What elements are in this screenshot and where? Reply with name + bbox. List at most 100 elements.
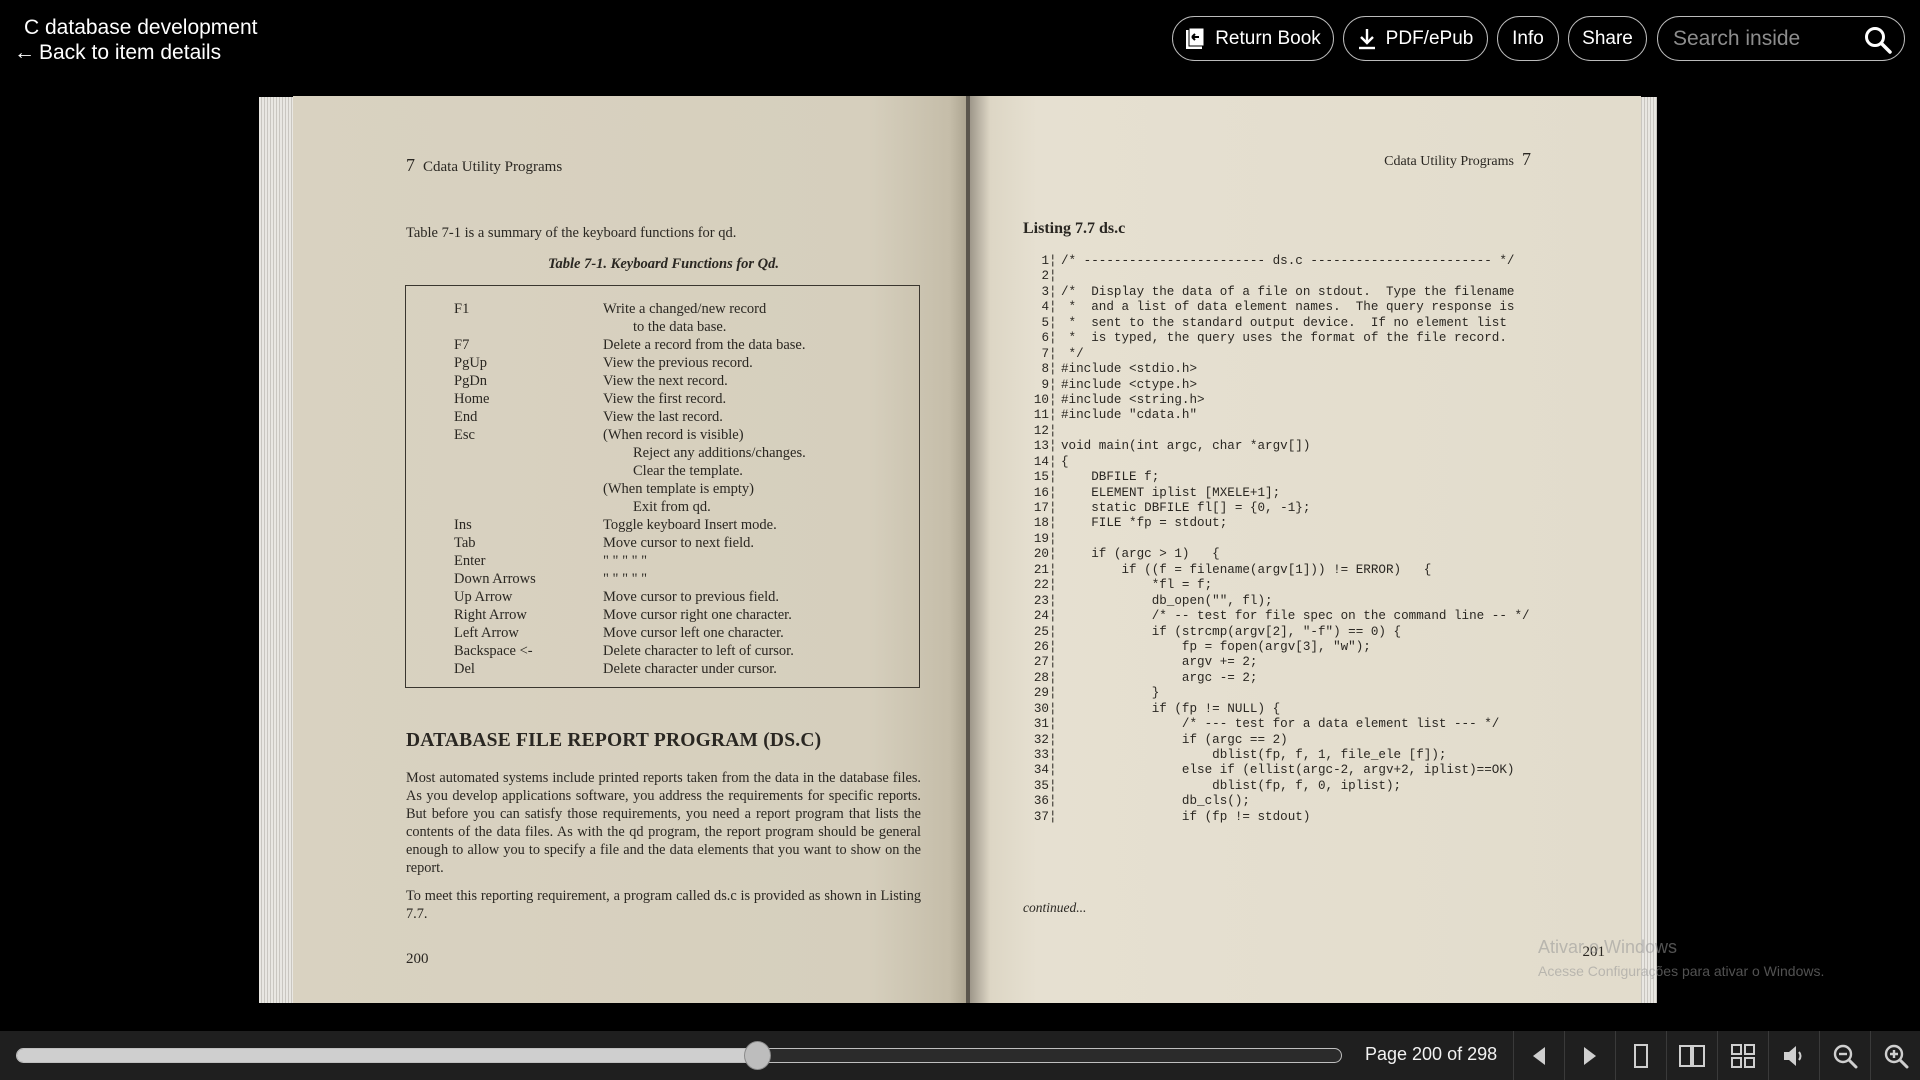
pdf-epub-button[interactable]: PDF/ePub [1343,16,1488,61]
search-icon[interactable] [1864,26,1892,54]
table-row: Tab Move cursor to next field. [406,534,919,552]
code-line: 2¦ [1023,269,1530,284]
code-line-number: 9 [1041,377,1049,392]
page-indicator: Page 200 of 298 [1365,1044,1498,1064]
return-book-icon [1186,27,1205,49]
table-row: Home View the first record. [406,390,919,408]
code-line-number: 12 [1033,423,1049,438]
code-line-text: static DBFILE fl[] = {0, -1}; [1061,501,1311,515]
right-page[interactable]: Cdata Utility Programs 7 Listing 7.7 ds.c… [970,96,1641,1003]
code-line-separator: ¦ [1049,501,1057,515]
code-line-number: 11 [1033,408,1049,423]
code-line-separator: ¦ [1049,516,1057,531]
code-line-number: 17 [1033,501,1049,515]
code-line-number: 36 [1033,794,1049,809]
body-paragraph-1: Most automated systems include printed r… [406,770,921,876]
table-key-cell: PgUp [454,355,488,371]
read-aloud-button[interactable] [1768,1031,1819,1080]
page-slider-thumb[interactable] [744,1041,772,1070]
code-line-text: if (fp != NULL) { [1061,701,1281,716]
two-page-view-icon [1679,1044,1705,1067]
search-inside-input[interactable] [1673,26,1858,51]
code-line-number: 13 [1033,439,1049,454]
one-page-view-button[interactable] [1615,1031,1666,1080]
code-line: 37¦ if (fp != stdout) [1023,810,1530,825]
left-page[interactable]: 7 Cdata Utility Programs Table 7-1 is a s… [293,96,970,1003]
code-line-number: 10 [1033,392,1049,407]
code-line-separator: ¦ [1049,547,1057,562]
page-slider-track[interactable] [16,1048,1342,1063]
code-line-number: 16 [1033,485,1049,500]
code-line: 14¦ { [1023,455,1530,470]
share-button[interactable]: Share [1568,16,1647,61]
code-line: 27¦ argv += 2; [1023,655,1530,670]
code-line-text: DBFILE f; [1061,470,1160,485]
table-description-cell: to the data base. [633,319,727,335]
table-key-cell: Up Arrow [454,589,513,605]
code-line-text: dblist(fp, f, 1, file_ele [f]); [1061,748,1447,762]
code-line-text: /* Display the data of a file on stdout.… [1061,284,1515,299]
table-description-cell: (When record is visible) [603,427,744,443]
code-line: 7¦ */ [1023,347,1530,362]
code-line-text: #include <ctype.h> [1061,377,1198,392]
code-line: 11¦ #include "cdata.h" [1023,408,1530,423]
one-page-view-icon [1634,1043,1648,1068]
table-row: PgDn View the next record. [406,372,919,390]
code-line-text: FILE *fp = stdout; [1061,516,1228,531]
section-heading: DATABASE FILE REPORT PROGRAM (DS.C) [406,730,822,751]
next-page-button[interactable] [1564,1031,1615,1080]
table-description-cell: Move cursor to next field. [603,535,755,551]
code-line-text: * is typed, the query uses the format of… [1061,331,1507,346]
code-line: 8¦ #include <stdio.h> [1023,362,1530,377]
code-line: 3¦ /* Display the data of a file on stdou… [1023,285,1530,300]
code-line-text: argv += 2; [1061,655,1258,670]
zoom-out-icon [1833,1044,1858,1068]
table-key-cell: F1 [454,301,470,317]
pdf-epub-label: PDF/ePub [1385,27,1474,49]
code-line-text: } [1061,686,1160,701]
code-line-separator: ¦ [1049,300,1057,315]
code-line: 32¦ if (argc == 2) [1023,733,1530,748]
code-line-text: #include "cdata.h" [1061,408,1198,423]
code-line-number: 25 [1033,624,1049,639]
search-inside-box[interactable] [1657,16,1905,61]
code-line-separator: ¦ [1049,794,1057,809]
right-running-head: Cdata Utility Programs 7 [1384,149,1531,170]
code-line-text: /* ------------------------ ds.c -------… [1061,254,1515,268]
table-description-cell: Delete character under cursor. [603,661,777,677]
code-line-separator: ¦ [1049,269,1057,284]
code-line-number: 6 [1041,331,1049,346]
thumbnail-view-button[interactable] [1717,1031,1768,1080]
zoom-in-button[interactable] [1870,1031,1920,1080]
return-book-button[interactable]: Return Book [1172,16,1334,61]
code-line-separator: ¦ [1049,639,1057,654]
table-description-cell: View the previous record. [603,355,753,371]
table-key-cell: Enter [454,553,486,569]
code-line-number: 35 [1033,778,1049,793]
listing-title: Listing 7.7 ds.c [1023,220,1126,237]
code-line-number: 4 [1041,300,1049,315]
code-line-text: if (fp != stdout) [1061,809,1311,824]
table-description-cell: Toggle keyboard Insert mode. [603,517,777,533]
table-description-cell: View the first record. [603,391,727,407]
code-line: 25¦ if (strcmp(argv[2], "-f") == 0) { [1023,625,1530,640]
code-line-number: 31 [1033,717,1049,732]
body-paragraph-2: To meet this reporting requirement, a pr… [406,888,921,922]
code-line-text: */ [1061,346,1084,361]
code-line-separator: ¦ [1049,346,1057,361]
code-line-separator: ¦ [1049,439,1057,454]
zoom-out-button[interactable] [1819,1031,1870,1080]
table-row: Reject any additions/changes. [406,444,919,462]
two-page-view-button[interactable] [1666,1031,1717,1080]
back-arrow-icon: ← [14,41,35,64]
table-row: to the data base. [406,318,919,336]
prev-page-button[interactable] [1513,1031,1564,1080]
table-row: (When template is empty) [406,480,919,498]
right-page-edges [1641,97,1657,1003]
back-to-item-details-link[interactable]: ← Back to item details [14,41,221,65]
code-line-text: /* --- test for a data element list --- … [1061,717,1500,732]
code-line: 12¦ [1023,424,1530,439]
info-button[interactable]: Info [1497,16,1559,61]
code-line-separator: ¦ [1049,470,1057,485]
code-line-number: 7 [1041,346,1049,361]
